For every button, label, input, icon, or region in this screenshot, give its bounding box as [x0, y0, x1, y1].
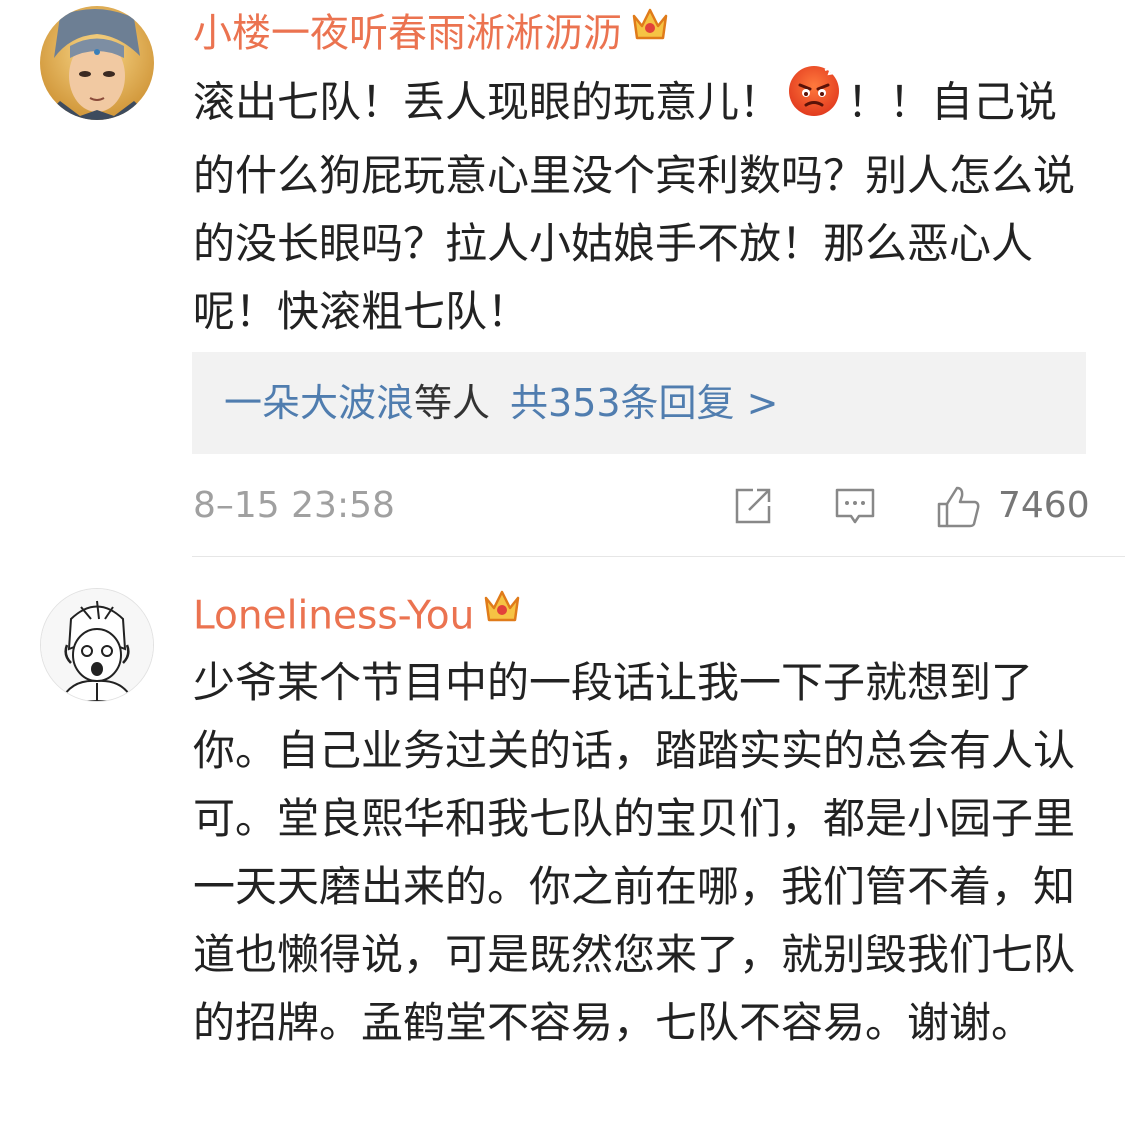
comment-icon[interactable]: [833, 484, 877, 532]
reply-author-link[interactable]: 一朵大波浪: [224, 381, 414, 425]
crown-badge-icon[interactable]: [630, 4, 670, 56]
comment-item: 小楼一夜听春雨淅淅沥沥 滚出七队！丢人现眼的玩意儿！ ！！自己说的什么狗屁玩意心…: [0, 0, 1125, 556]
reply-author-suffix: 等人: [414, 381, 491, 425]
avatar[interactable]: [40, 588, 154, 702]
replies-summary[interactable]: 一朵大波浪等人 共353条回复 >: [192, 352, 1086, 454]
like-icon[interactable]: [935, 484, 983, 536]
username[interactable]: 小楼一夜听春雨淅淅沥沥: [193, 8, 670, 62]
username[interactable]: Loneliness-You: [193, 590, 522, 644]
avatar[interactable]: [40, 6, 154, 120]
share-icon[interactable]: [731, 484, 775, 532]
angry-face-icon: [787, 64, 841, 138]
comment-item: Loneliness-You 少爷某个节目中的一段话让我一下子就想到了你。自己业…: [0, 556, 1125, 1131]
comment-text: 滚出七队！丢人现眼的玩意儿！ ！！自己说的什么狗屁玩意心里没个宾利数吗？别人怎么…: [193, 66, 1078, 346]
username-text[interactable]: 小楼一夜听春雨淅淅沥沥: [193, 12, 622, 57]
reply-count-link[interactable]: 共353条回复 >: [510, 381, 778, 425]
comment-text: 少爷某个节目中的一段话让我一下子就想到了你。自己业务过关的话，踏踏实实的总会有人…: [193, 658, 1076, 1047]
comment-text-part: 滚出七队！丢人现眼的玩意儿！: [193, 77, 782, 127]
timestamp: 8–15 23:58: [193, 485, 395, 526]
crown-badge-icon[interactable]: [482, 586, 522, 638]
like-count: 7460: [998, 485, 1090, 526]
username-text[interactable]: Loneliness-You: [193, 594, 474, 639]
comment-meta: 8–15 23:58 7460: [0, 478, 1125, 534]
